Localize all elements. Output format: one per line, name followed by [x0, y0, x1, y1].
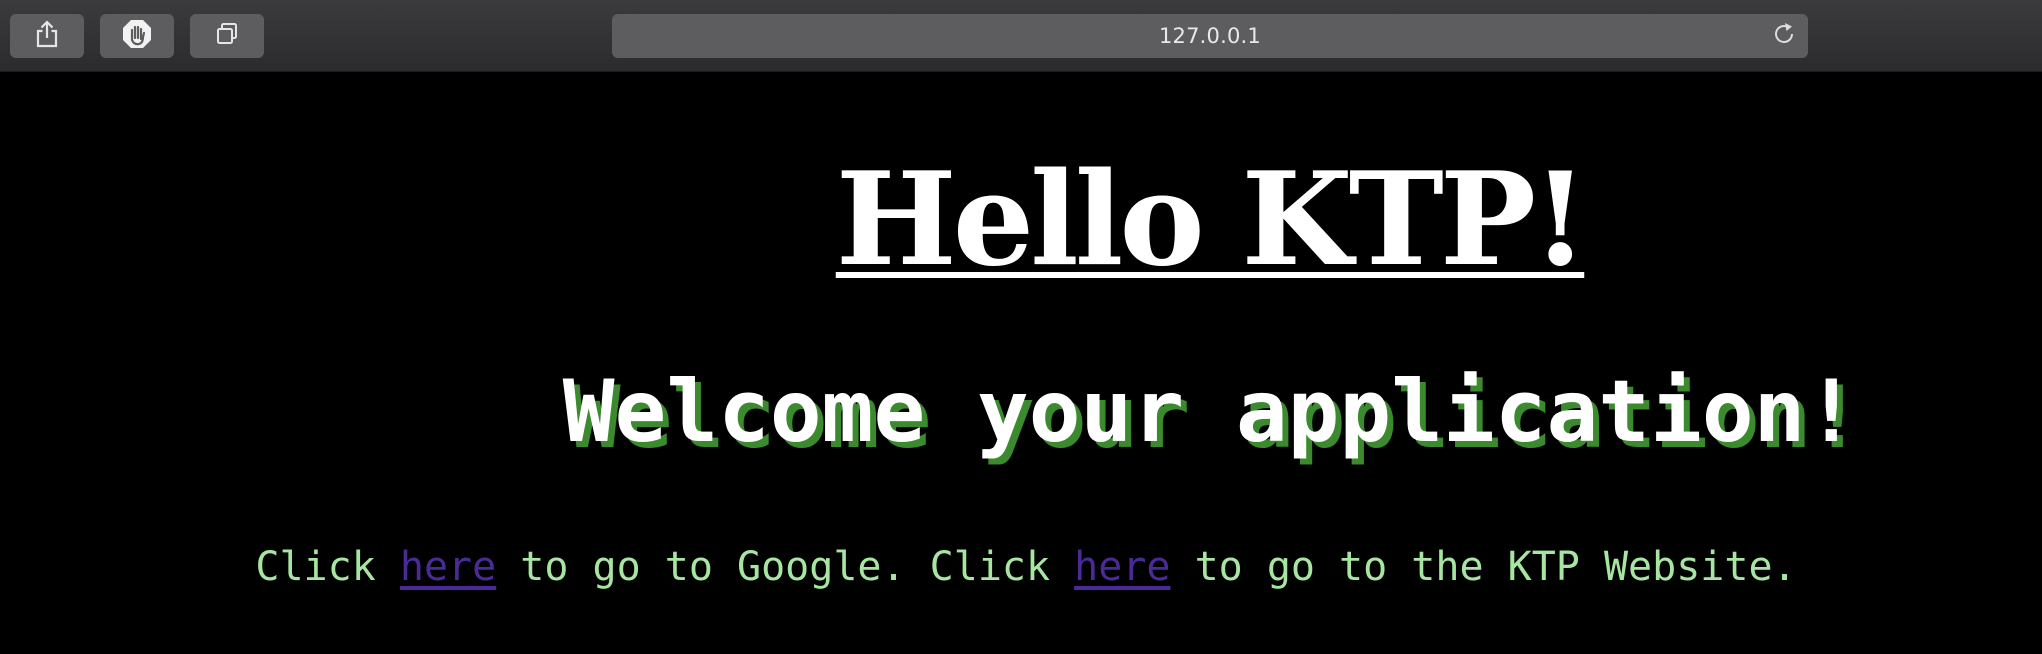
links-text-1: Click [255, 544, 400, 590]
tabs-overview-button[interactable] [190, 14, 264, 58]
ktp-website-link[interactable]: here [1074, 544, 1170, 590]
browser-toolbar: 127.0.0.1 [0, 0, 2042, 72]
reload-icon [1771, 21, 1797, 52]
welcome-heading: Welcome your application! [562, 362, 1858, 462]
page-content: Hello KTP! Welcome your application! Cli… [0, 72, 2042, 654]
content-blocker-button[interactable] [100, 14, 174, 58]
content-blocker-icon [121, 18, 153, 55]
tabs-overview-icon [214, 21, 240, 52]
share-icon [34, 19, 60, 54]
links-paragraph: Click here to go to Google. Click here t… [0, 542, 2042, 592]
share-button[interactable] [10, 14, 84, 58]
address-bar[interactable]: 127.0.0.1 [612, 14, 1808, 58]
page-title: Hello KTP! [835, 145, 1589, 295]
links-text-2: to go to Google. Click [496, 544, 1075, 590]
url-text[interactable]: 127.0.0.1 [612, 14, 1808, 58]
reload-button[interactable] [1770, 22, 1798, 50]
google-link[interactable]: here [400, 544, 496, 590]
links-text-3: to go to the KTP Website. [1170, 544, 1797, 590]
